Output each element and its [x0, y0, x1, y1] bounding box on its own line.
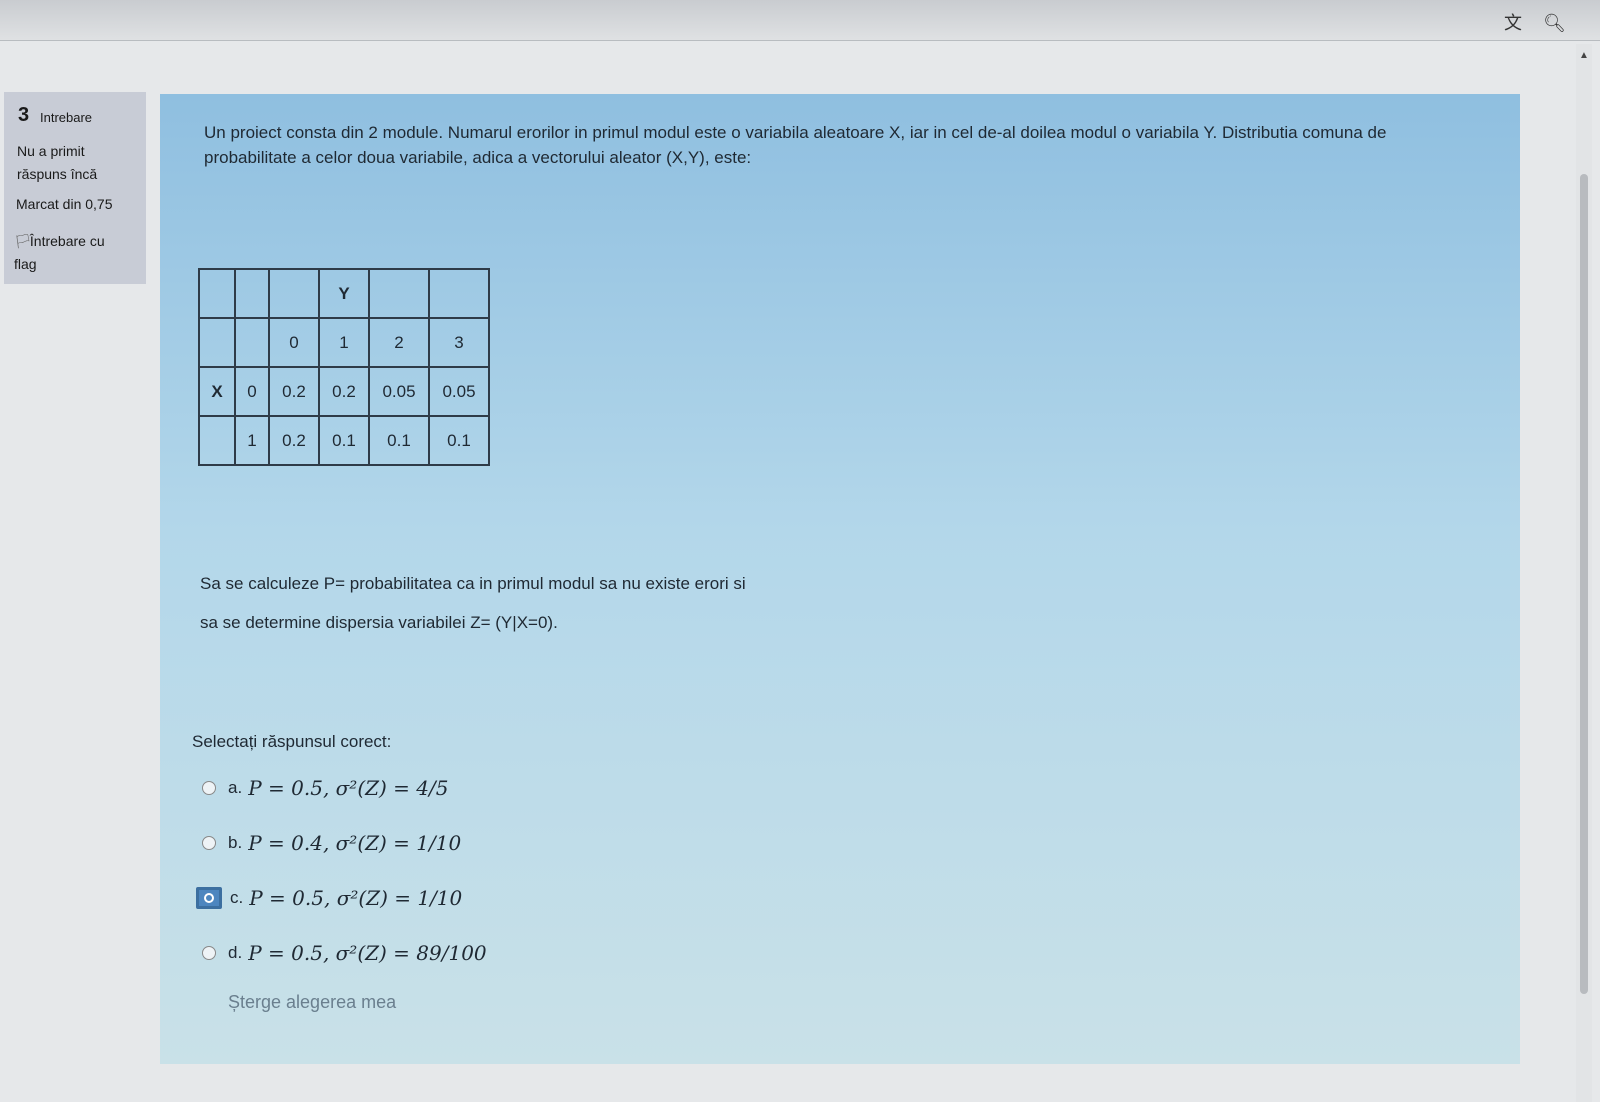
answer-letter: d. [228, 942, 243, 962]
translate-icon[interactable]: 文 [1502, 12, 1524, 34]
table-cell: 1 [318, 317, 370, 368]
answer-formula: P = 0.5, σ²(Z) = 1/10 [249, 885, 463, 910]
table-cell: 0 [234, 366, 270, 417]
flag-label-line2: flag [14, 256, 37, 272]
answer-formula: P = 0.5, σ²(Z) = 4/5 [248, 775, 449, 800]
radio-button[interactable] [202, 945, 216, 960]
table-cell: 0.1 [318, 415, 370, 466]
table-row: 0 1 2 3 [198, 317, 490, 368]
question-number: 3 [18, 104, 30, 126]
table-cell [368, 268, 430, 319]
question-state-line2: răspuns încă [17, 166, 98, 182]
table-row: Y [198, 268, 490, 319]
table-row: 1 0.2 0.1 0.1 0.1 [198, 415, 490, 466]
table-row: X 0 0.2 0.2 0.05 0.05 [198, 366, 490, 417]
answer-letter: b. [228, 832, 243, 852]
answer-p-value: 0.5 [291, 940, 323, 965]
task-text: Sa se calculeze P= probabilitatea ca in … [200, 564, 746, 642]
flag-question-button[interactable]: 🏳︎ Întrebare cu flag [14, 230, 134, 276]
answer-option-c[interactable]: c. P = 0.5, σ²(Z) = 1/10 [196, 870, 487, 925]
table-cell: 0.1 [368, 415, 430, 466]
table-cell: 1 [234, 415, 270, 466]
answer-letter: a. [228, 777, 243, 797]
table-cell [198, 415, 236, 466]
clear-choice-link[interactable]: Șterge alegerea mea [228, 992, 396, 1013]
table-cell: 3 [428, 317, 490, 368]
question-state-line1: Nu a primit [17, 143, 85, 159]
answer-variance-value: 4/5 [416, 775, 449, 800]
flag-label-line1: Întrebare cu [29, 233, 105, 249]
table-cell: 0.05 [428, 366, 490, 417]
table-cell: 0 [268, 317, 320, 368]
table-cell: 0.2 [268, 366, 320, 417]
table-cell [234, 268, 270, 319]
answer-p-value: 0.4 [291, 830, 323, 855]
question-grade: Marcat din 0,75 [16, 196, 113, 212]
table-cell [198, 317, 236, 368]
scroll-thumb[interactable] [1580, 174, 1588, 994]
scroll-up-icon[interactable]: ▲ [1579, 50, 1589, 61]
browser-toolbar: 文 🔍︎ [0, 0, 1600, 41]
answer-variance-value: 89/100 [416, 940, 487, 965]
answer-variance-value: 1/10 [416, 830, 462, 855]
table-cell [428, 268, 490, 319]
table-cell [234, 317, 270, 368]
table-cell [268, 268, 320, 319]
answer-p-value: 0.5 [291, 775, 323, 800]
question-content-panel: Un proiect consta din 2 module. Numarul … [160, 94, 1520, 1064]
table-cell: 2 [368, 317, 430, 368]
question-label: Intrebare [40, 110, 93, 125]
table-cell [198, 268, 236, 319]
task-line1: Sa se calculeze P= probabilitatea ca in … [200, 574, 746, 593]
task-line2: sa se determine dispersia variabilei Z= … [200, 613, 558, 632]
answer-prompt: Selectați răspunsul corect: [192, 732, 392, 751]
radio-button[interactable] [202, 780, 216, 795]
table-cell: Y [318, 268, 370, 319]
joint-distribution-table: Y 0 1 2 3 X 0 0.2 0.2 0.05 0.05 1 0.2 0.… [198, 268, 490, 466]
radio-button-selected[interactable] [196, 886, 222, 909]
table-cell: 0.05 [368, 366, 430, 417]
question-info-panel: 3 Intrebare Nu a primit răspuns încă Mar… [4, 92, 146, 284]
answer-options: a. P = 0.5, σ²(Z) = 4/5 b. P = 0.4, σ²(Z… [196, 760, 487, 980]
answer-option-d[interactable]: d. P = 0.5, σ²(Z) = 89/100 [196, 925, 487, 980]
table-cell: 0.1 [428, 415, 490, 466]
zoom-icon[interactable]: 🔍︎ [1543, 12, 1566, 34]
table-cell: 0.2 [318, 366, 370, 417]
answer-option-a[interactable]: a. P = 0.5, σ²(Z) = 4/5 [196, 760, 487, 815]
answer-p-value: 0.5 [292, 885, 324, 910]
radio-button[interactable] [202, 835, 216, 850]
question-state: Nu a primit răspuns încă [17, 140, 127, 186]
answer-letter: c. [230, 887, 244, 907]
answer-option-b[interactable]: b. P = 0.4, σ²(Z) = 1/10 [196, 815, 487, 870]
question-text: Un proiect consta din 2 module. Numarul … [204, 123, 1387, 167]
flag-icon: 🏳︎ [14, 233, 32, 249]
answer-formula: P = 0.4, σ²(Z) = 1/10 [248, 830, 462, 855]
vertical-scrollbar[interactable]: ▲ [1576, 44, 1592, 1102]
answer-variance-value: 1/10 [417, 885, 463, 910]
answer-formula: P = 0.5, σ²(Z) = 89/100 [248, 940, 487, 965]
table-cell: 0.2 [268, 415, 320, 466]
table-cell: X [198, 366, 236, 417]
